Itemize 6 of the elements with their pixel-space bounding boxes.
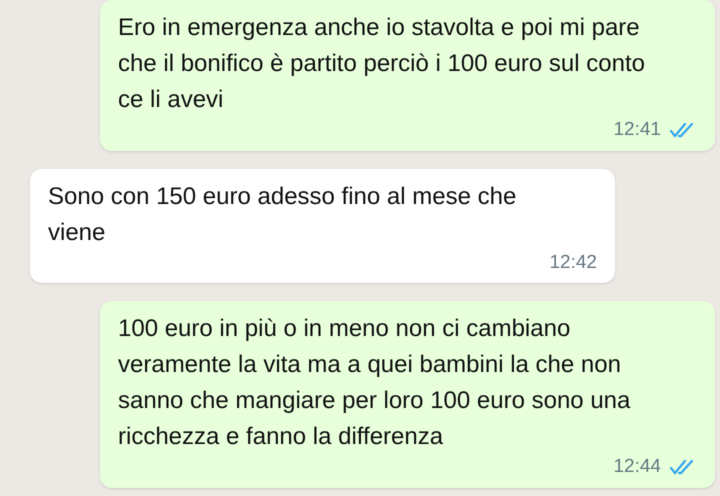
message-text: 100 euro in più o in meno non ci cambiano veramente la vita ma a quei bambini la che non sanno che mangiare per loro 100 euro sono una ricchezza e fanno la differenza bbox=[118, 314, 632, 452]
message-time: 12:42 bbox=[549, 250, 597, 274]
message-text: Sono con 150 euro adesso fino al mese che viene bbox=[48, 182, 518, 248]
message-time: 12:41 bbox=[613, 118, 661, 142]
message-text: Ero in emergenza anche io stavolta e poi mi pare che il bonifico è partito perciò i 100 euro sul conto ce li avevi bbox=[118, 13, 646, 115]
message-time: 12:44 bbox=[613, 455, 661, 479]
